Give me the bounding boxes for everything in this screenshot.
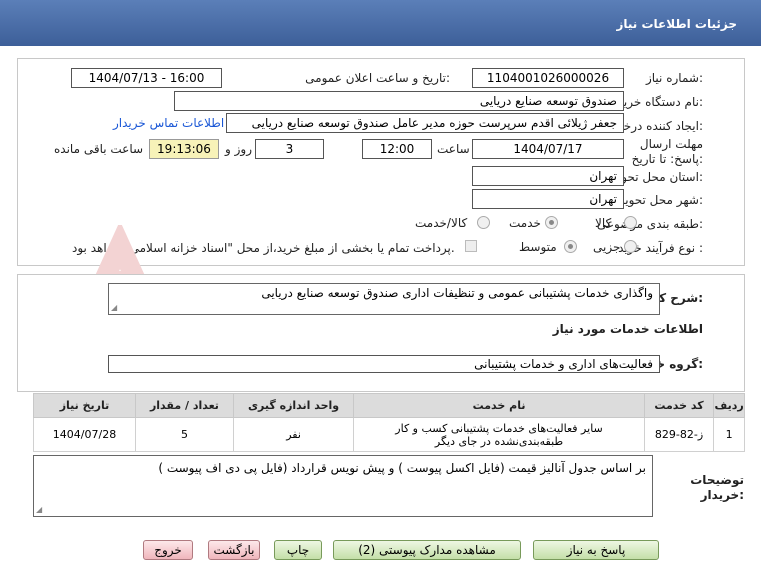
services-table: ردیف کد خدمت نام خدمت واحد اندازه گیری ت… — [33, 393, 745, 452]
category-radio-service[interactable] — [545, 216, 558, 229]
process-radio-minor[interactable] — [624, 240, 637, 253]
col-name: نام خدمت — [353, 393, 645, 418]
city-label: شهر محل تحویل: — [616, 193, 703, 207]
need-number-label: شماره نیاز: — [645, 71, 703, 85]
title-bar: جزئیات اطلاعات نیاز — [0, 0, 761, 46]
cell-row: 1 — [713, 417, 745, 452]
col-row: ردیف — [713, 393, 745, 418]
exit-button[interactable]: خروج — [143, 540, 193, 560]
cell-unit: نفر — [232, 417, 355, 452]
attachments-button[interactable]: مشاهده مدارک پیوستی (2) — [333, 540, 521, 560]
notes-label-line1: توضیحات — [690, 473, 744, 487]
summary-textarea[interactable]: واگذاری خدمات پشتیبانی عمومی و تنظیفات ا… — [108, 283, 660, 315]
announce-field[interactable]: 1404/07/13 - 16:00 — [71, 68, 222, 88]
treasury-checkbox[interactable] — [465, 240, 477, 252]
payment-note: پرداخت تمام یا بخشی از مبلغ خرید،از محل … — [72, 241, 455, 255]
days-label: روز و — [225, 142, 252, 156]
deadline-time-field[interactable]: 12:00 — [362, 139, 432, 159]
services-section-title: اطلاعات خدمات مورد نیاز — [552, 322, 703, 336]
back-button[interactable]: بازگشت — [208, 540, 260, 560]
cell-code: ز-82-829 — [643, 417, 715, 452]
resize-grip-icon[interactable]: ◢ — [36, 505, 42, 514]
city-field[interactable]: تهران — [472, 189, 624, 209]
category-option-goods: کالا — [595, 216, 612, 230]
notes-text: بر اساس جدول آنالیز قیمت (فایل اکسل پیوس… — [158, 461, 646, 475]
page-title: جزئیات اطلاعات نیاز — [616, 17, 737, 31]
resize-grip-icon[interactable]: ◢ — [111, 303, 117, 312]
cell-name-line1: سایر فعالیت‌های خدمات پشتیبانی کسب و کار — [395, 421, 603, 435]
need-number-field[interactable]: 1104001026000026 — [472, 68, 624, 88]
cell-qty: 5 — [135, 417, 234, 452]
reply-button[interactable]: پاسخ به نیاز — [533, 540, 659, 560]
col-qty: تعداد / مقدار — [135, 393, 234, 418]
deadline-label: مهلت ارسال پاسخ: تا تاریخ: — [631, 137, 703, 166]
cell-name-line2: طبقه‌بندی‌نشده در جای دیگر — [434, 434, 564, 448]
summary-text: واگذاری خدمات پشتیبانی عمومی و تنظیفات ا… — [261, 286, 653, 300]
category-option-service: خدمت — [509, 216, 541, 230]
remaining-time-field: 19:13:06 — [149, 139, 219, 159]
deadline-date-field[interactable]: 1404/07/17 — [472, 139, 624, 159]
print-button[interactable]: چاپ — [274, 540, 322, 560]
remaining-label: ساعت باقی مانده — [54, 142, 144, 156]
announce-label: تاریخ و ساعت اعلان عمومی: — [305, 71, 450, 85]
process-option-medium: متوسط — [519, 240, 557, 254]
process-radio-medium[interactable] — [564, 240, 577, 253]
category-radio-goods-service[interactable] — [477, 216, 490, 229]
col-date: تاریخ نیاز — [33, 393, 136, 418]
process-option-minor: جزیی — [593, 240, 621, 254]
deadline-time-label: ساعت — [437, 142, 470, 156]
category-radio-goods[interactable] — [624, 216, 637, 229]
col-unit: واحد اندازه گیری — [232, 393, 355, 418]
service-group-field[interactable]: فعالیت‌های اداری و خدمات پشتیبانی — [108, 355, 660, 373]
notes-label-line2: خریدار: — [700, 488, 744, 502]
cell-date: 1404/07/28 — [33, 417, 136, 452]
province-field[interactable]: تهران — [472, 166, 624, 186]
days-field[interactable]: 3 — [255, 139, 324, 159]
buyer-field[interactable]: صندوق توسعه صنایع دریایی — [174, 91, 624, 111]
table-header-row: ردیف کد خدمت نام خدمت واحد اندازه گیری ت… — [33, 393, 745, 418]
cell-name: سایر فعالیت‌های خدمات پشتیبانی کسب و کار… — [353, 417, 645, 452]
contact-buyer-link[interactable]: اطلاعات تماس خریدار — [113, 116, 224, 130]
category-label: طبقه بندی موضوعی: — [596, 217, 703, 231]
table-row[interactable]: 1 ز-82-829 سایر فعالیت‌های خدمات پشتیبان… — [33, 417, 745, 452]
col-code: کد خدمت — [643, 393, 715, 418]
creator-field[interactable]: جعفر ژیلائی اقدم سرپرست حوزه مدیر عامل ص… — [226, 113, 624, 133]
category-option-goods-service: کالا/خدمت — [415, 216, 468, 230]
notes-textarea[interactable]: بر اساس جدول آنالیز قیمت (فایل اکسل پیوس… — [33, 455, 653, 517]
